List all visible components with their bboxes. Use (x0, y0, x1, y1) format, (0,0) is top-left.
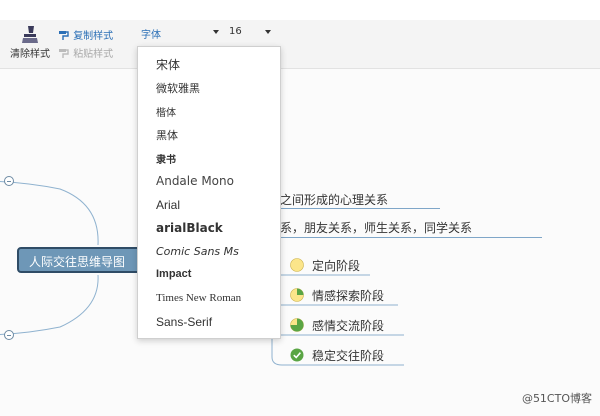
copy-format-label: 复制样式 (73, 31, 114, 42)
progress-three-quarter-icon (290, 318, 304, 332)
collapse-toggle[interactable] (4, 176, 14, 186)
progress-quarter-icon (290, 288, 304, 302)
font-option-lishu[interactable]: 隶书 (156, 151, 176, 166)
progress-empty-icon (290, 258, 304, 272)
font-option-impact[interactable]: Impact (156, 268, 191, 280)
connector-lines (0, 181, 404, 366)
font-option-comic-sans[interactable]: Comic Sans Ms (156, 245, 239, 258)
toolbar: 清除样式 复制样式 粘贴样式 字体 16 (0, 20, 600, 69)
mindmap-canvas[interactable]: 人际交往思维导图 人与人之间形成的心理关系 亲属关系，朋友关系，师生关系，同学关… (0, 69, 600, 416)
font-family-value: 字体 (141, 30, 161, 41)
font-size-select[interactable]: 16 (229, 26, 273, 37)
paste-format-button[interactable]: 粘贴样式 (58, 45, 113, 60)
font-family-select[interactable]: 字体 (141, 26, 221, 41)
font-option-times[interactable]: Times New Roman (156, 292, 241, 304)
stage-label: 定向阶段 (312, 259, 361, 273)
font-family-dropdown: 宋体 微软雅黑 楷体 黑体 隶书 Andale Mono Arial arial… (137, 46, 281, 339)
font-option-heiti[interactable]: 黑体 (156, 127, 178, 143)
check-icon (290, 348, 304, 362)
font-option-sans-serif[interactable]: Sans-Serif (156, 315, 212, 329)
format-painter-icon (59, 31, 69, 40)
paste-icon (59, 49, 69, 58)
clear-format-label: 清除样式 (10, 49, 50, 60)
chevron-down-icon (265, 30, 271, 34)
font-option-arial-black[interactable]: arialBlack (156, 221, 223, 235)
stage-label: 稳定交往阶段 (312, 349, 385, 363)
copy-format-button[interactable]: 复制样式 (58, 27, 113, 42)
font-option-andale-mono[interactable]: Andale Mono (156, 174, 234, 188)
font-option-arial[interactable]: Arial (156, 198, 180, 212)
paste-format-label: 粘贴样式 (73, 49, 114, 60)
chevron-down-icon (213, 30, 219, 34)
font-option-songti[interactable]: 宋体 (156, 56, 180, 73)
stage-label: 感情交流阶段 (312, 319, 385, 333)
stage-label: 情感探索阶段 (312, 289, 385, 303)
top-strip (0, 0, 600, 20)
font-size-value: 16 (229, 26, 242, 37)
font-option-yahei[interactable]: 微软雅黑 (156, 80, 200, 96)
collapse-toggle[interactable] (4, 330, 14, 340)
font-option-kaiti[interactable]: 楷体 (156, 104, 176, 119)
watermark: @51CTO博客 (521, 392, 592, 405)
clear-format-button[interactable]: 清除样式 (6, 24, 54, 60)
brush-icon (22, 26, 38, 43)
